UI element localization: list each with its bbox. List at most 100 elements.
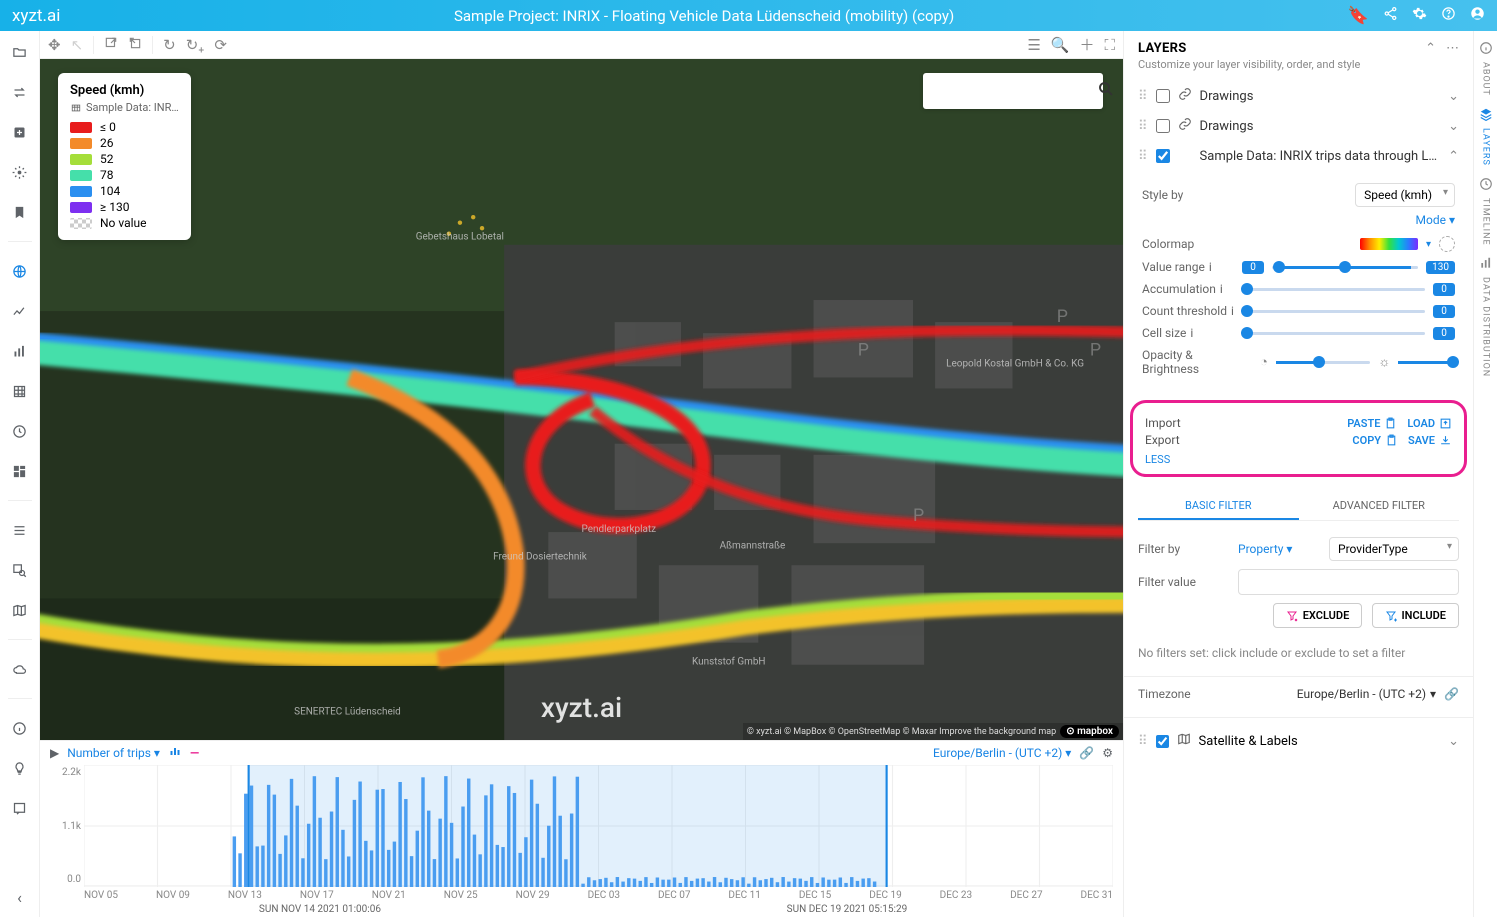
map-nav-icon[interactable] bbox=[9, 599, 31, 621]
basemap-checkbox[interactable] bbox=[1156, 735, 1169, 748]
layer-checkbox[interactable] bbox=[1156, 119, 1170, 133]
search-icon[interactable] bbox=[1097, 80, 1115, 102]
value-range-slider[interactable] bbox=[1272, 266, 1418, 269]
timeline-settings-icon[interactable]: ⚙ bbox=[1102, 746, 1113, 760]
globe-icon[interactable] bbox=[9, 260, 31, 282]
info-icon[interactable]: i bbox=[1209, 260, 1212, 274]
map-canvas[interactable]: PPPP Gebetshaus Lobetal Pendlerparkplatz… bbox=[40, 59, 1123, 740]
lightbulb-icon[interactable] bbox=[9, 757, 31, 779]
bars-toggle-icon[interactable] bbox=[168, 745, 182, 760]
note-icon[interactable] bbox=[9, 797, 31, 819]
exclude-button[interactable]: EXCLUDE bbox=[1273, 603, 1363, 628]
grip-icon[interactable]: ⠿ bbox=[1138, 149, 1148, 164]
brightness-slider[interactable] bbox=[1398, 361, 1455, 364]
info-icon[interactable]: i bbox=[1190, 326, 1193, 340]
grip-icon[interactable]: ⠿ bbox=[1138, 119, 1148, 134]
style-by-select[interactable]: Speed (kmh) bbox=[1355, 183, 1455, 207]
refresh-icon[interactable]: ⟳ bbox=[214, 36, 227, 54]
chevron-down-icon[interactable]: ⌄ bbox=[1448, 734, 1459, 749]
zoom-tool-icon[interactable]: 🔍 bbox=[1051, 36, 1070, 54]
play-icon[interactable]: ▶ bbox=[50, 746, 59, 760]
map-search[interactable] bbox=[923, 73, 1103, 109]
gear-icon[interactable] bbox=[1412, 6, 1427, 26]
copy-button[interactable]: COPY bbox=[1352, 434, 1398, 447]
cell-size-slider[interactable] bbox=[1242, 332, 1425, 335]
filter-value-input[interactable] bbox=[1238, 569, 1459, 595]
swap-icon[interactable] bbox=[9, 81, 31, 103]
filter-field-select[interactable]: ProviderType bbox=[1329, 537, 1459, 561]
include-button[interactable]: INCLUDE bbox=[1372, 603, 1459, 628]
grid-icon[interactable] bbox=[9, 380, 31, 402]
count-threshold-slider[interactable] bbox=[1242, 310, 1425, 313]
bookmark-nav-icon[interactable] bbox=[9, 201, 31, 223]
rotate-icon[interactable]: ↻ bbox=[163, 36, 176, 54]
add-block-icon[interactable] bbox=[9, 121, 31, 143]
less-link[interactable]: LESS bbox=[1145, 453, 1452, 466]
clock-icon[interactable] bbox=[9, 420, 31, 442]
load-button[interactable]: LOAD bbox=[1407, 417, 1452, 430]
timeline-timezone[interactable]: Europe/Berlin - (UTC +2) ▾ bbox=[933, 746, 1071, 760]
tab-advanced-filter[interactable]: ADVANCED FILTER bbox=[1299, 493, 1460, 520]
tab-distribution[interactable]: DATA DISTRIBUTION bbox=[1481, 277, 1491, 377]
import-view-icon[interactable] bbox=[128, 36, 142, 54]
layer-checkbox[interactable] bbox=[1156, 149, 1170, 163]
timezone-link-icon[interactable]: 🔗 bbox=[1444, 687, 1459, 701]
accumulation-slider[interactable] bbox=[1242, 288, 1425, 291]
layer-checkbox[interactable] bbox=[1156, 89, 1170, 103]
timeline-chart[interactable] bbox=[84, 765, 1113, 887]
paste-button[interactable]: PASTE bbox=[1347, 417, 1397, 430]
colormap-strip[interactable] bbox=[1360, 238, 1418, 250]
timeline-metric-select[interactable]: Number of trips ▾ bbox=[67, 746, 160, 760]
style-mode-link[interactable]: Mode ▾ bbox=[1416, 213, 1455, 227]
grip-icon[interactable]: ⠿ bbox=[1138, 89, 1148, 104]
filter-mode-select[interactable]: Property ▾ bbox=[1238, 542, 1292, 556]
map-search-input[interactable] bbox=[931, 84, 1097, 99]
chevron-icon[interactable]: ⌃ bbox=[1448, 149, 1459, 164]
timezone-select[interactable]: Europe/Berlin - (UTC +2) ▾ bbox=[1297, 687, 1436, 701]
help-icon[interactable] bbox=[1441, 6, 1456, 26]
chevron-icon[interactable]: ⌄ bbox=[1448, 89, 1459, 104]
dashboard-icon[interactable] bbox=[9, 460, 31, 482]
trend-icon[interactable] bbox=[9, 300, 31, 322]
pointer-tool-icon[interactable]: ↖ bbox=[71, 36, 84, 54]
colormap-dropdown-icon[interactable]: ▾ bbox=[1426, 239, 1431, 250]
tab-layers[interactable]: LAYERS bbox=[1481, 128, 1491, 166]
fullscreen-icon[interactable]: ⛶ bbox=[1104, 36, 1115, 54]
account-icon[interactable] bbox=[1470, 6, 1485, 26]
timeline-link-icon[interactable]: 🔗 bbox=[1079, 746, 1094, 760]
export-view-icon[interactable] bbox=[104, 36, 118, 54]
colormap-custom-icon[interactable] bbox=[1439, 236, 1455, 252]
remove-series-icon[interactable]: — bbox=[190, 746, 199, 760]
collapse-panel-icon[interactable]: ⌃ bbox=[1425, 41, 1436, 56]
timeline-tab-icon[interactable] bbox=[1478, 176, 1494, 192]
cloud-icon[interactable] bbox=[9, 658, 31, 680]
chevron-icon[interactable]: ⌄ bbox=[1448, 119, 1459, 134]
list-icon[interactable] bbox=[9, 519, 31, 541]
layers-tab-icon[interactable] bbox=[1478, 106, 1494, 122]
save-button[interactable]: SAVE bbox=[1408, 434, 1452, 447]
about-tab-icon[interactable] bbox=[1478, 40, 1494, 56]
info-icon[interactable]: i bbox=[1220, 282, 1223, 296]
info-icon[interactable] bbox=[9, 717, 31, 739]
settings-icon[interactable] bbox=[9, 161, 31, 183]
add-view-icon[interactable]: ＋ bbox=[1079, 34, 1094, 55]
tab-about[interactable]: ABOUT bbox=[1481, 62, 1491, 96]
collapse-nav-icon[interactable]: ‹ bbox=[17, 888, 22, 907]
bar-chart-icon[interactable] bbox=[9, 340, 31, 362]
legend-toggle-icon[interactable]: ☰ bbox=[1027, 36, 1040, 54]
tab-basic-filter[interactable]: BASIC FILTER bbox=[1138, 493, 1299, 520]
inspect-icon[interactable] bbox=[9, 559, 31, 581]
legend-label: 26 bbox=[100, 136, 114, 150]
folder-icon[interactable] bbox=[9, 41, 31, 63]
pan-tool-icon[interactable]: ✥ bbox=[48, 36, 61, 54]
rotate-add-icon[interactable]: ↻₊ bbox=[186, 36, 205, 54]
share-icon[interactable] bbox=[1383, 6, 1398, 26]
opacity-slider[interactable] bbox=[1276, 361, 1371, 364]
panel-more-icon[interactable]: ⋯ bbox=[1446, 41, 1459, 56]
grip-icon[interactable]: ⠿ bbox=[1138, 734, 1148, 749]
bookmark-icon[interactable]: 🔖 bbox=[1348, 6, 1369, 26]
brand-logo[interactable]: xyzt.ai bbox=[12, 6, 60, 26]
distribution-tab-icon[interactable] bbox=[1478, 255, 1494, 271]
tab-timeline[interactable]: TIMELINE bbox=[1481, 198, 1491, 246]
info-icon[interactable]: i bbox=[1231, 304, 1234, 318]
